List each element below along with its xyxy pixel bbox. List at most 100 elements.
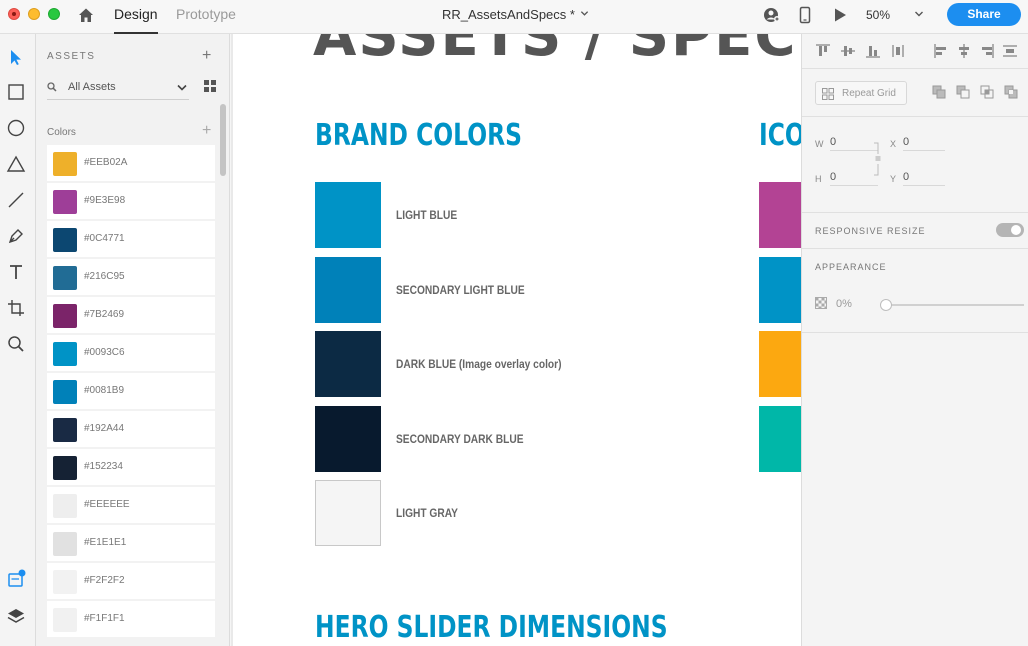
chevron-down-icon[interactable]	[914, 10, 924, 18]
ellipse-tool-icon[interactable]	[6, 118, 26, 138]
color-swatch-item[interactable]: #EEEEEE	[47, 487, 215, 523]
boolean-exclude-icon[interactable]	[1004, 85, 1018, 99]
hero-slider-title[interactable]: HERO SLIDER DIMENSIONS	[315, 610, 668, 645]
add-color-button[interactable]: +	[202, 123, 211, 139]
zoom-level[interactable]: 50%	[866, 8, 890, 22]
chevron-down-icon[interactable]	[580, 9, 589, 18]
align-right-icon[interactable]	[979, 43, 995, 59]
user-icon[interactable]	[763, 6, 781, 24]
width-input[interactable]: 0	[830, 136, 878, 151]
distribute-horizontal-icon[interactable]	[1002, 43, 1018, 59]
color-swatch-chip	[53, 380, 77, 404]
color-swatch-label: #EEB02A	[84, 157, 128, 168]
assets-scrollbar[interactable]	[220, 104, 226, 176]
toggle-knob	[1011, 225, 1021, 235]
color-swatch-item[interactable]: #E1E1E1	[47, 525, 215, 561]
assets-panel-icon[interactable]	[6, 569, 26, 589]
color-swatch-item[interactable]: #F2F2F2	[47, 563, 215, 599]
brand-color-label[interactable]: LIGHT GRAY	[396, 506, 458, 520]
boolean-intersect-icon[interactable]	[980, 85, 994, 99]
asset-filter-dropdown[interactable]: All Assets	[47, 76, 189, 100]
tab-design[interactable]: Design	[114, 6, 158, 34]
select-tool-icon[interactable]	[6, 47, 26, 67]
brand-color-label[interactable]: SECONDARY LIGHT BLUE	[396, 283, 525, 297]
color-swatch-label: #F2F2F2	[84, 575, 125, 586]
device-preview-icon[interactable]	[796, 6, 814, 24]
color-swatch-item[interactable]: #EEB02A	[47, 145, 215, 181]
document-title[interactable]: RR_AssetsAndSpecs *	[442, 7, 575, 22]
add-asset-button[interactable]: +	[202, 48, 211, 64]
y-input[interactable]: 0	[903, 171, 945, 186]
color-swatch-chip	[53, 266, 77, 290]
repeat-grid-button[interactable]: Repeat Grid	[815, 81, 907, 105]
polygon-tool-icon[interactable]	[6, 154, 26, 174]
brand-color-card[interactable]	[315, 256, 381, 323]
opacity-slider-knob[interactable]	[880, 299, 892, 311]
responsive-resize-toggle[interactable]	[996, 223, 1024, 237]
brand-colors-title[interactable]: BRAND COLORS	[315, 118, 522, 153]
zoom-window-button[interactable]	[48, 8, 60, 20]
brand-color-card[interactable]	[315, 480, 381, 546]
icon-color-card[interactable]	[759, 182, 801, 248]
width-label: W	[815, 139, 824, 149]
color-swatch-item[interactable]: #9E3E98	[47, 183, 215, 219]
boolean-add-icon[interactable]	[932, 85, 946, 99]
clipped-heading: ASSETS / SPECS	[313, 34, 801, 69]
icon-color-card[interactable]	[759, 405, 801, 472]
grid-view-icon[interactable]	[204, 80, 216, 92]
align-center-icon[interactable]	[956, 43, 972, 59]
title-bar: Design Prototype RR_AssetsAndSpecs * 50%…	[0, 0, 1028, 34]
brand-color-label[interactable]: SECONDARY DARK BLUE	[396, 432, 524, 446]
home-icon[interactable]	[77, 6, 95, 24]
artboard[interactable]: ASSETS / SPECS BRAND COLORS ICO LIGHT BL…	[233, 34, 801, 646]
x-input[interactable]: 0	[903, 136, 945, 151]
lock-aspect-icon[interactable]	[873, 141, 883, 177]
align-bottom-icon[interactable]	[865, 43, 881, 59]
opacity-icon	[815, 297, 827, 309]
line-tool-icon[interactable]	[6, 190, 26, 210]
layers-icon[interactable]	[6, 606, 26, 626]
icon-color-card[interactable]	[759, 331, 801, 397]
share-button[interactable]: Share	[947, 3, 1021, 26]
height-input[interactable]: 0	[830, 171, 878, 186]
rectangle-tool-icon[interactable]	[6, 82, 26, 102]
tool-bar	[0, 34, 36, 646]
canvas[interactable]: ASSETS / SPECS BRAND COLORS ICO LIGHT BL…	[231, 34, 801, 646]
brand-color-label[interactable]: DARK BLUE (Image overlay color)	[396, 357, 562, 371]
color-swatch-item[interactable]: #216C95	[47, 259, 215, 295]
color-swatch-item[interactable]: #0081B9	[47, 373, 215, 409]
color-swatch-item[interactable]: #192A44	[47, 411, 215, 447]
color-swatch-item[interactable]: #152234	[47, 449, 215, 485]
tab-prototype[interactable]: Prototype	[176, 6, 236, 34]
play-icon[interactable]	[831, 6, 849, 24]
opacity-slider-track[interactable]	[884, 304, 1024, 306]
color-swatch-label: #9E3E98	[84, 195, 126, 206]
color-swatch-label: #E1E1E1	[84, 537, 127, 548]
icon-colors-title[interactable]: ICO	[759, 118, 801, 153]
opacity-value[interactable]: 0%	[836, 298, 852, 310]
color-swatch-chip	[53, 304, 77, 328]
align-top-icon[interactable]	[815, 43, 831, 59]
boolean-subtract-icon[interactable]	[956, 85, 970, 99]
align-middle-icon[interactable]	[840, 43, 856, 59]
color-swatch-chip	[53, 532, 77, 556]
zoom-tool-icon[interactable]	[6, 334, 26, 354]
brand-color-label[interactable]: LIGHT BLUE	[396, 208, 457, 222]
color-swatch-item[interactable]: #0C4771	[47, 221, 215, 257]
color-swatch-item[interactable]: #0093C6	[47, 335, 215, 371]
brand-color-card[interactable]	[315, 405, 381, 472]
brand-color-card[interactable]	[315, 331, 381, 397]
distribute-vertical-icon[interactable]	[890, 43, 906, 59]
responsive-resize-label: RESPONSIVE RESIZE	[815, 226, 926, 236]
minimize-window-button[interactable]	[28, 8, 40, 20]
brand-color-card[interactable]	[315, 182, 381, 248]
pen-tool-icon[interactable]	[6, 226, 26, 246]
icon-color-card[interactable]	[759, 256, 801, 323]
close-window-button[interactable]	[8, 8, 20, 20]
color-swatch-item[interactable]: #7B2469	[47, 297, 215, 333]
align-left-icon[interactable]	[933, 43, 949, 59]
text-tool-icon[interactable]	[6, 262, 26, 282]
repeat-grid-section: Repeat Grid	[802, 69, 1028, 117]
color-swatch-item[interactable]: #F1F1F1	[47, 601, 215, 637]
artboard-tool-icon[interactable]	[6, 298, 26, 318]
